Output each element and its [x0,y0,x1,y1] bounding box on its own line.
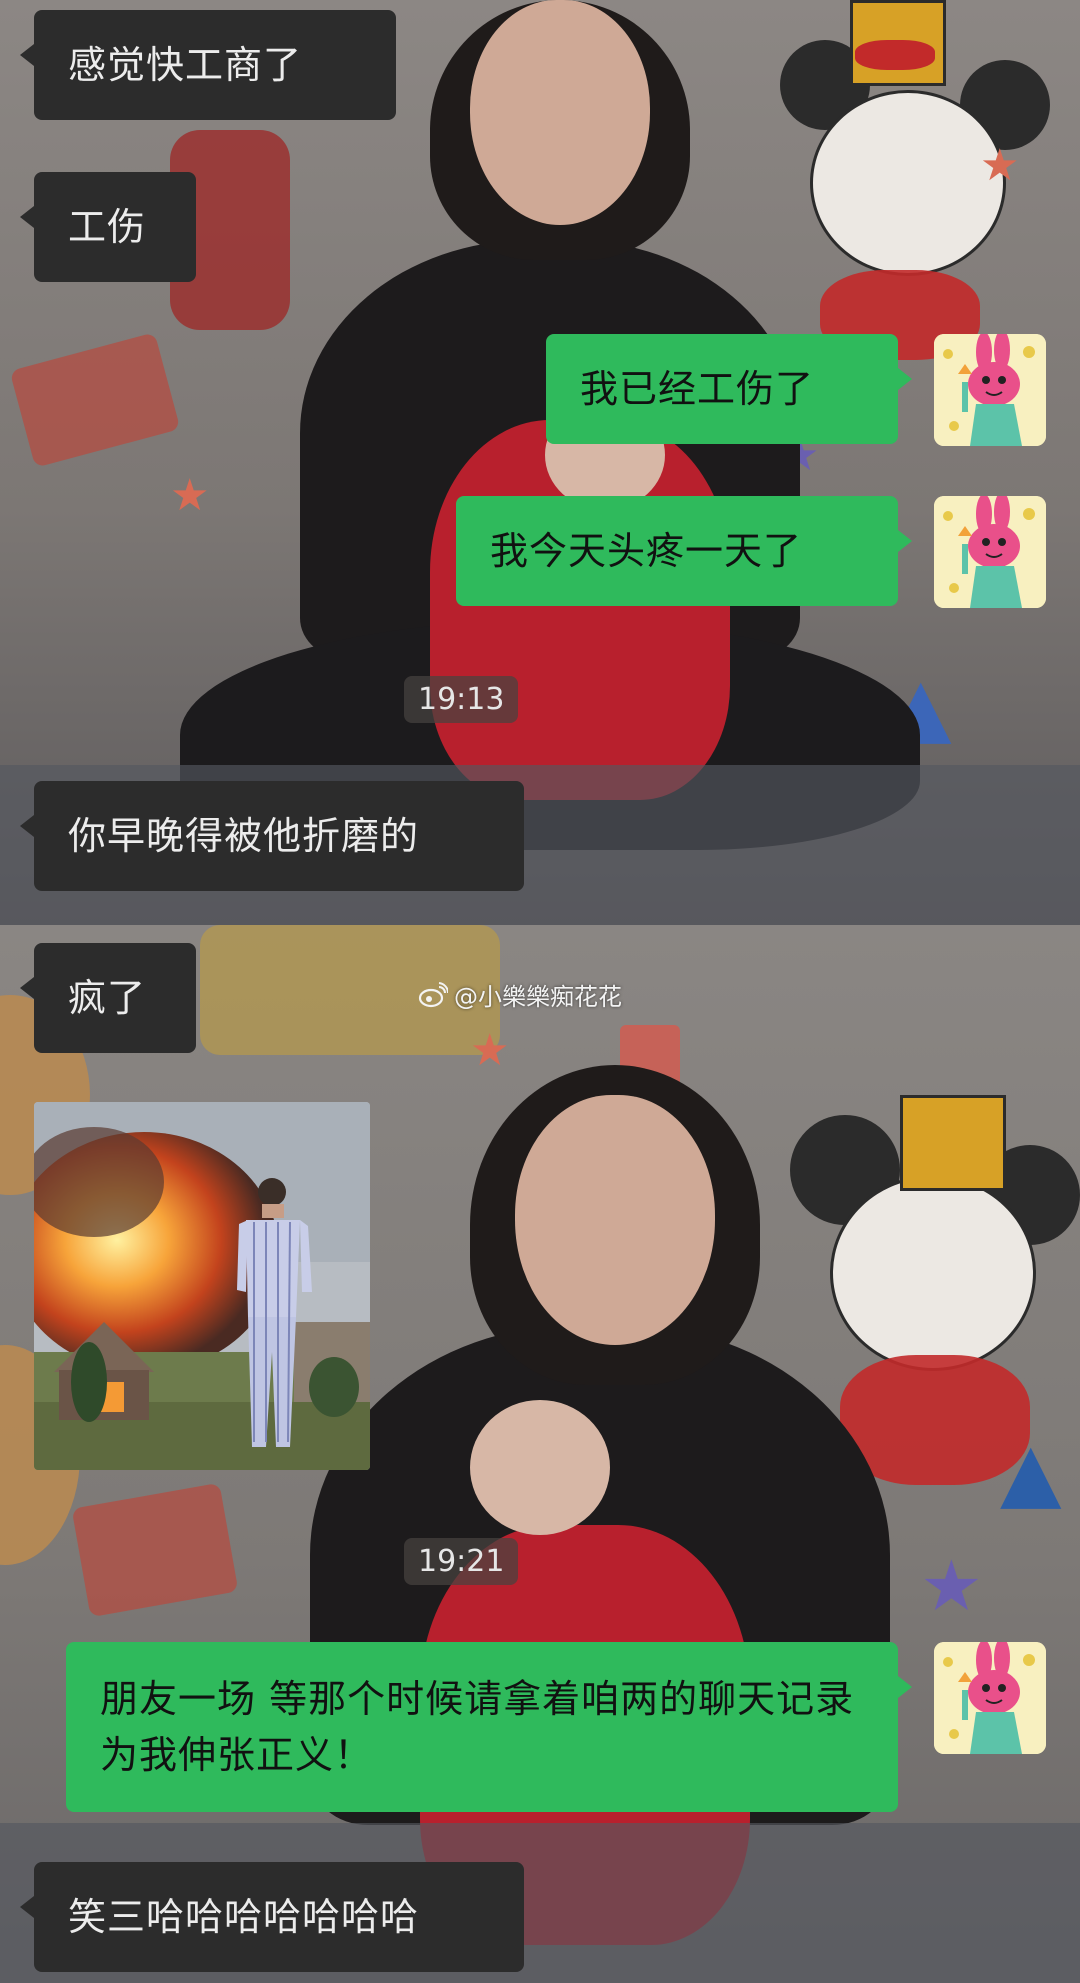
self-avatar[interactable] [934,1642,1046,1754]
incoming-message-bubble[interactable]: 笑三哈哈哈哈哈哈哈 [20,1862,524,1972]
outgoing-message-bubble[interactable]: 我今天头疼一天了 [456,496,912,606]
party-hat-icon: ▲ [1000,1425,1062,1518]
person-face [470,0,650,225]
outgoing-message-bubble[interactable]: 朋友一场 等那个时候请拿着咱两的聊天记录为我伸张正义！ [66,1642,912,1812]
star-icon: ★ [980,140,1020,191]
chat-screenshot: ★ ★ ★ ▲ ★ ★ ▲ [0,0,1080,1983]
message-text: 工伤 [68,205,147,249]
self-avatar[interactable] [934,496,1046,608]
message-text: 笑三哈哈哈哈哈哈哈 [68,1895,420,1939]
cartoon-bow [855,40,935,70]
pink-rabbit-avatar-icon [934,334,1046,446]
timestamp: 19:13 [404,676,519,723]
incoming-message-bubble[interactable]: 你早晚得被他折磨的 [20,781,524,891]
incoming-message-bubble[interactable]: 疯了 [20,943,196,1053]
outgoing-message-bubble[interactable]: 我已经工伤了 [546,334,912,444]
striped-tent [9,332,181,468]
incoming-message-bubble[interactable]: 感觉快工商了 [20,10,396,120]
star-icon: ★ [170,470,210,521]
incoming-message-bubble[interactable]: 工伤 [20,172,196,282]
message-text: 疯了 [68,976,147,1020]
message-text: 你早晚得被他折磨的 [68,814,420,858]
pink-rabbit-avatar-icon [934,496,1046,608]
meme-man-pajamas-house-fire-image [34,1102,370,1470]
weibo-logo-icon [418,981,448,1007]
image-message[interactable] [34,1102,370,1470]
pink-rabbit-avatar-icon [934,1642,1046,1754]
baby-face [470,1400,610,1535]
message-text: 我已经工伤了 [580,367,815,411]
star-icon: ★ [920,1545,983,1627]
message-text: 我今天头疼一天了 [490,529,803,573]
cartoon-mouse-face [810,90,1006,276]
message-text: 朋友一场 等那个时候请拿着咱两的聊天记录为我伸张正义！ [100,1677,855,1777]
watermark-handle: @小樂樂痴花花 [454,983,622,1011]
self-avatar[interactable] [934,334,1046,446]
striped-tent [71,1482,239,1618]
person-face [515,1095,715,1345]
message-text: 感觉快工商了 [68,43,303,87]
weibo-watermark: @小樂樂痴花花 [418,977,622,1012]
star-icon: ★ [470,1025,510,1076]
cartoon-hat [900,1095,1006,1191]
timestamp: 19:21 [404,1538,519,1585]
cartoon-mouse-face [830,1175,1036,1371]
